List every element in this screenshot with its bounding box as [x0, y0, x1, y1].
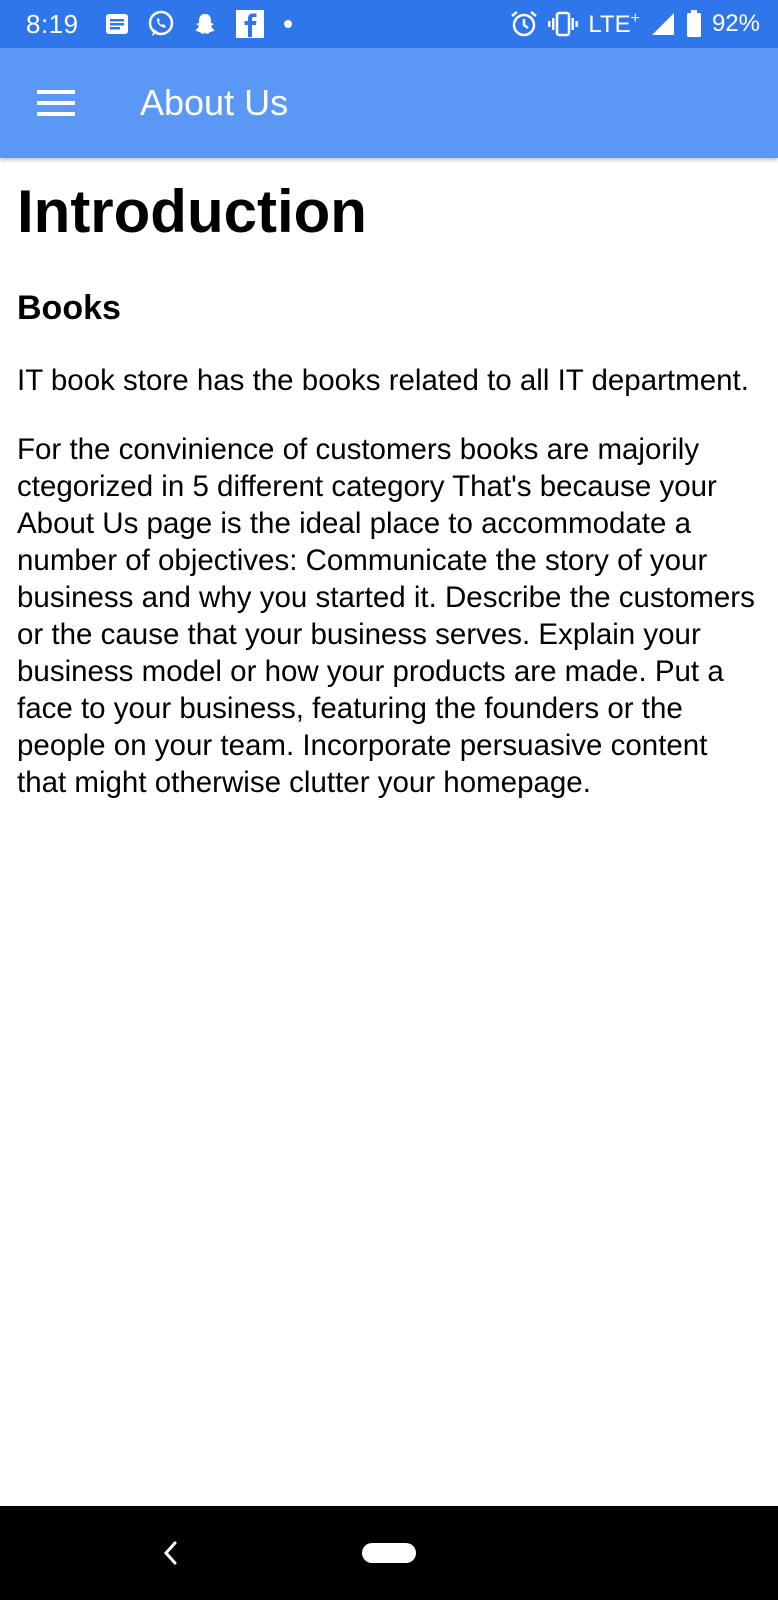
facebook-icon [235, 9, 265, 39]
battery-icon [686, 10, 702, 38]
status-time: 8:19 [26, 8, 79, 39]
notification-icons [105, 9, 293, 39]
signal-icon [650, 11, 676, 37]
home-pill-icon[interactable] [362, 1543, 416, 1563]
snapchat-icon [193, 12, 217, 36]
dot-icon [283, 19, 293, 29]
hamburger-menu-icon [37, 89, 75, 117]
network-type: LTE+ [588, 9, 640, 38]
intro-heading: Introduction [17, 178, 367, 245]
back-button[interactable] [150, 1528, 190, 1578]
whatsapp-icon [147, 10, 175, 38]
paragraph-intro: IT book store has the books related to a… [17, 364, 749, 397]
section-heading-books: Books [17, 289, 121, 327]
vibrate-icon [548, 11, 579, 37]
paragraph-details: For the convinience of customers books a… [17, 433, 755, 799]
system-indicators: LTE+ 92% [510, 10, 760, 39]
back-icon [162, 1540, 178, 1566]
navigation-bar [0, 1506, 778, 1600]
status-bar: 8:19 LTE+ 92% [0, 0, 778, 48]
alarm-icon [510, 10, 538, 38]
app-bar: About Us [0, 48, 778, 158]
about-content: Introduction Books IT book store has the… [17, 172, 762, 801]
battery-percent: 92% [711, 10, 760, 37]
message-icon [105, 13, 129, 35]
page-title: About Us [140, 82, 289, 123]
menu-button[interactable] [24, 71, 88, 135]
